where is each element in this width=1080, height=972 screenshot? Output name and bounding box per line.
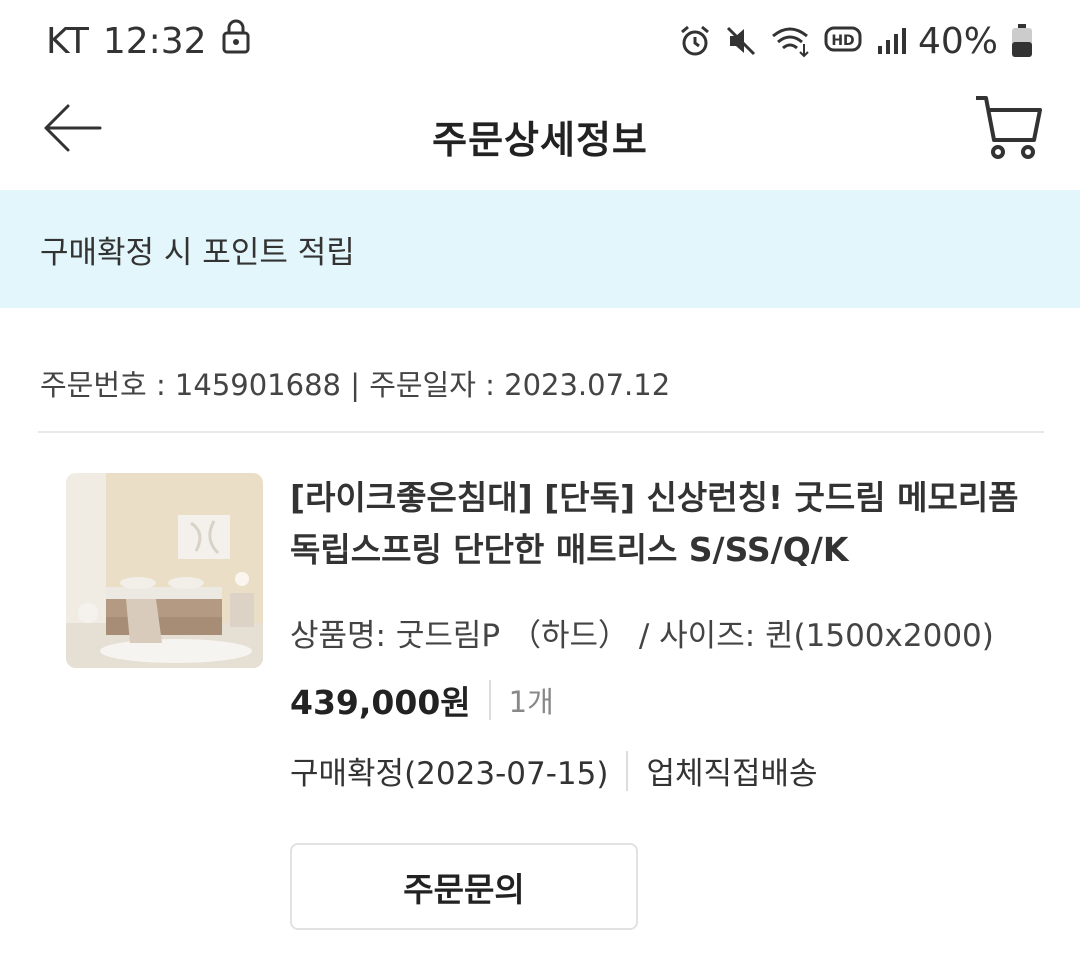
- clock: 12:32: [102, 20, 207, 62]
- order-meta: 주문번호 : 145901688 | 주문일자 : 2023.07.12: [40, 368, 671, 402]
- battery-percent: 40%: [917, 20, 998, 62]
- separator: [488, 680, 491, 720]
- back-button[interactable]: [40, 98, 104, 162]
- svg-text:HD: HD: [831, 33, 854, 49]
- lock-icon: [221, 19, 251, 64]
- back-arrow-icon: [42, 102, 102, 158]
- divider: [38, 431, 1044, 433]
- signal-icon: [876, 24, 906, 58]
- purchase-status: 구매확정(2023-07-15): [290, 756, 609, 792]
- battery-icon: [1010, 23, 1034, 59]
- carrier-label: KT: [46, 20, 89, 62]
- product-option: 상품명: 굿드림P （하드） / 사이즈: 퀸(1500x2000): [290, 618, 994, 654]
- order-status-row: 구매확정(2023-07-15) 업체직접배송: [290, 748, 818, 793]
- product-title[interactable]: [라이크좋은침대] [단독] 신상런칭! 굿드림 메모리폼 독립스프링 단단한 …: [290, 472, 1030, 576]
- app-bar: 주문상세정보: [0, 82, 1080, 190]
- cart-button[interactable]: [972, 92, 1044, 164]
- order-inquiry-button[interactable]: 주문문의: [290, 843, 638, 930]
- page-title: 주문상세정보: [432, 117, 648, 162]
- mute-icon: [724, 24, 758, 58]
- product-price: 439,000원: [290, 683, 471, 722]
- product-thumbnail[interactable]: [66, 473, 263, 668]
- hd-voice-icon: HD: [824, 24, 864, 58]
- status-bar: KT 12:32 HD 40%: [0, 0, 1080, 82]
- point-notice-banner: 구매확정 시 포인트 적립: [0, 190, 1080, 308]
- cart-icon: [972, 96, 1044, 168]
- alarm-icon: [678, 24, 712, 58]
- delivery-type: 업체직접배송: [646, 756, 818, 792]
- notice-text: 구매확정 시 포인트 적립: [40, 234, 355, 271]
- wifi-icon: [770, 24, 812, 58]
- separator: [626, 750, 629, 791]
- product-quantity: 1개: [508, 685, 554, 719]
- status-right: HD 40%: [678, 21, 1034, 62]
- status-left: KT 12:32: [46, 19, 251, 64]
- price-row: 439,000원 1개: [290, 676, 554, 724]
